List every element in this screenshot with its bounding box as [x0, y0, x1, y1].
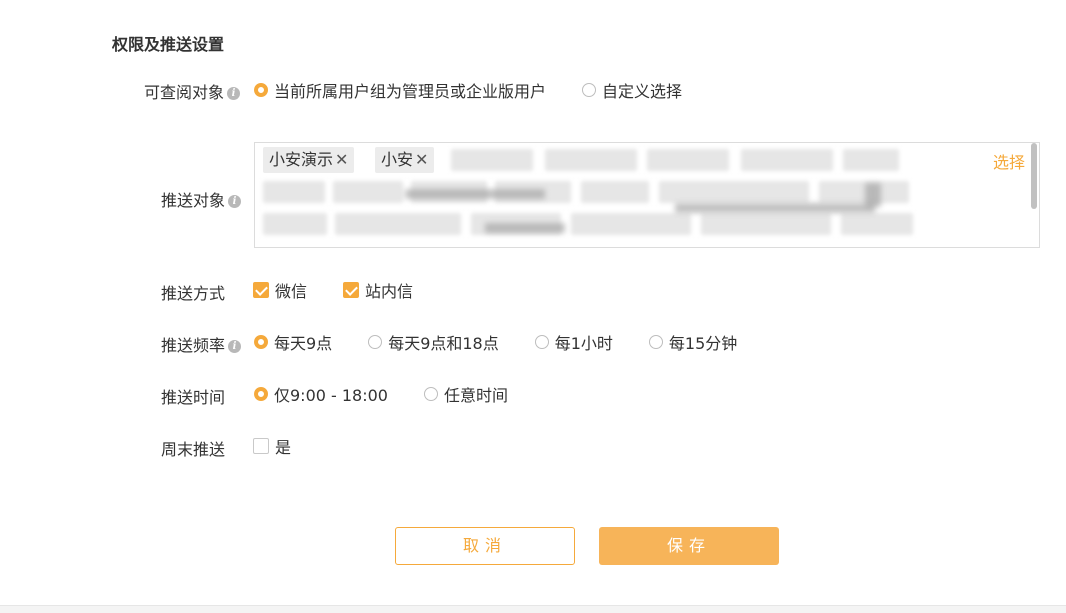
redacted-tag [659, 181, 809, 203]
redacted-tag [333, 181, 403, 203]
push-time-radio-group: 仅9:00 - 18:00 任意时间 [254, 382, 508, 406]
checkbox-checked-icon[interactable] [343, 282, 360, 298]
select-targets-link[interactable]: 选择 [993, 149, 1025, 173]
radio-unchecked-icon[interactable] [368, 335, 383, 349]
viewers-label: 可查阅对象 i [144, 79, 241, 103]
radio-unchecked-icon[interactable] [424, 387, 438, 401]
push-method-group: 微信 站内信 [253, 278, 413, 302]
info-icon[interactable]: i [227, 87, 241, 100]
remove-tag-icon[interactable]: ✕ [415, 150, 428, 169]
redacted-tag [263, 213, 327, 235]
frequency-option-label: 每天9点和18点 [388, 334, 499, 353]
bottom-bar [0, 606, 1066, 613]
viewers-option-admin-label: 当前所属用户组为管理员或企业版用户 [274, 82, 547, 101]
push-method-label: 推送方式 [161, 284, 226, 303]
push-time-label: 推送时间 [161, 388, 226, 407]
viewers-radio-group: 当前所属用户组为管理员或企业版用户 自定义选择 [254, 78, 682, 102]
frequency-option-15min[interactable]: 每15分钟 [648, 330, 738, 354]
viewers-option-admin[interactable]: 当前所属用户组为管理员或企业版用户 [254, 78, 546, 102]
redacted-tag [819, 181, 909, 203]
targets-label: 推送对象 i [161, 187, 242, 211]
frequency-option-9am-6pm[interactable]: 每天9点和18点 [368, 330, 499, 354]
redacted-tag [741, 149, 833, 171]
redacted-text [405, 189, 545, 199]
radio-checked-icon[interactable] [254, 335, 268, 349]
radio-unchecked-icon[interactable] [648, 335, 663, 349]
targets-scrollbar[interactable] [1031, 143, 1037, 209]
frequency-option-label: 每天9点 [274, 334, 333, 353]
redacted-tag [841, 213, 913, 235]
redacted-tag [263, 181, 325, 203]
section-title: 权限及推送设置 [112, 35, 225, 54]
info-icon[interactable]: i [228, 340, 242, 353]
target-tag-label: 小安演示 [269, 150, 334, 169]
radio-unchecked-icon[interactable] [534, 335, 549, 349]
push-method-site-message-label: 站内信 [365, 282, 414, 301]
cancel-button[interactable]: 取消 [395, 527, 575, 565]
save-button[interactable]: 保存 [599, 527, 779, 565]
redacted-tag [335, 213, 461, 235]
radio-unchecked-icon[interactable] [582, 83, 597, 97]
redacted-text [485, 223, 565, 233]
push-time-option-label: 仅9:00 - 18:00 [274, 386, 388, 405]
redacted-tag [451, 149, 533, 171]
push-method-wechat-label: 微信 [275, 282, 308, 301]
weekend-group: 是 [253, 434, 291, 458]
redacted-tag [545, 149, 637, 171]
remove-tag-icon[interactable]: ✕ [335, 150, 348, 169]
redacted-text [865, 183, 881, 207]
frequency-label-text: 推送频率 [161, 336, 226, 355]
target-tag-label: 小安 [381, 150, 414, 169]
radio-checked-icon[interactable] [254, 387, 268, 401]
frequency-label: 推送频率 i [161, 332, 242, 356]
target-tag: 小安演示 ✕ [263, 147, 355, 173]
push-targets-box[interactable]: 小安演示 ✕ 小安 ✕ [254, 142, 1040, 248]
viewers-option-custom-label: 自定义选择 [602, 82, 683, 101]
checkbox-unchecked-icon[interactable] [253, 438, 269, 454]
radio-checked-icon[interactable] [254, 83, 268, 97]
redacted-tag [571, 213, 691, 235]
push-method-site-message[interactable]: 站内信 [343, 278, 413, 302]
info-icon[interactable]: i [228, 195, 242, 208]
viewers-option-custom[interactable]: 自定义选择 [582, 78, 682, 102]
push-time-option-workhours[interactable]: 仅9:00 - 18:00 [254, 382, 388, 406]
targets-label-text: 推送对象 [161, 191, 226, 210]
frequency-radio-group: 每天9点 每天9点和18点 每1小时 每15分钟 [254, 330, 737, 354]
redacted-text [675, 203, 875, 213]
target-tag: 小安 ✕ [375, 147, 435, 173]
frequency-option-label: 每1小时 [554, 334, 613, 353]
redacted-tag [843, 149, 899, 171]
redacted-tag [647, 149, 729, 171]
push-method-wechat[interactable]: 微信 [253, 278, 307, 302]
push-time-option-label: 任意时间 [444, 386, 509, 405]
redacted-tag [701, 213, 831, 235]
frequency-option-9am[interactable]: 每天9点 [254, 330, 332, 354]
frequency-option-label: 每15分钟 [668, 334, 738, 353]
redacted-tag [581, 181, 649, 203]
weekend-label: 周末推送 [161, 440, 226, 459]
frequency-option-hourly[interactable]: 每1小时 [534, 330, 613, 354]
viewers-label-text: 可查阅对象 [144, 83, 225, 102]
weekend-checkbox[interactable]: 是 [253, 434, 291, 458]
weekend-option-label: 是 [275, 438, 292, 457]
checkbox-checked-icon[interactable] [253, 282, 269, 298]
push-time-option-anytime[interactable]: 任意时间 [424, 382, 508, 406]
